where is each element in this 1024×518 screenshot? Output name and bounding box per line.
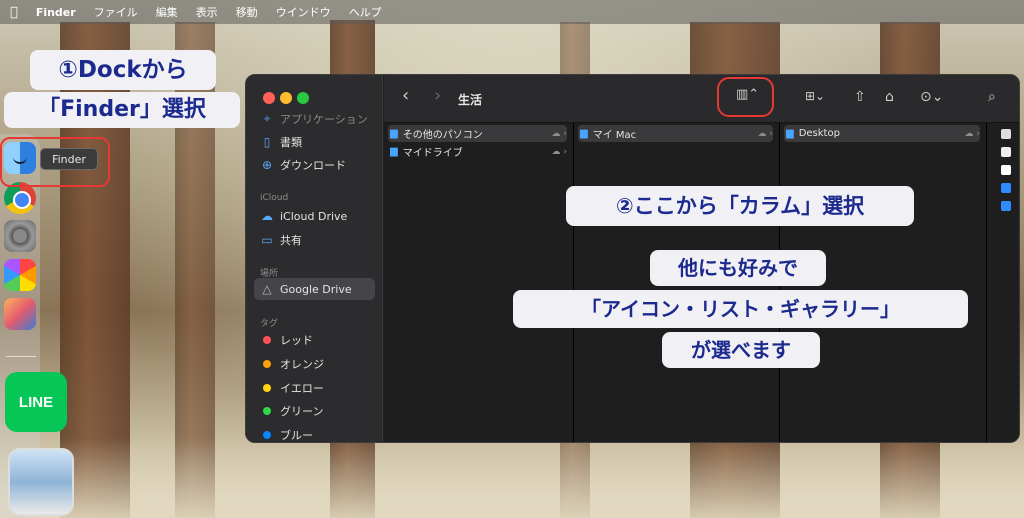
- sidebar-tag-blue[interactable]: ブルー: [260, 425, 313, 442]
- list-item-label: Desktop: [798, 128, 840, 139]
- sidebar-item-icloud-drive[interactable]: ☁ iCloud Drive: [260, 206, 347, 226]
- cloud-icon: ☁: [261, 209, 273, 223]
- document-icon[interactable]: [1001, 165, 1011, 175]
- applications-icon: ✦: [261, 112, 273, 126]
- annotation-step2-line4: が選べます: [662, 332, 820, 368]
- annotation-step1-line1: ①Dockから: [30, 50, 216, 90]
- tag-dot-yellow: [263, 384, 271, 392]
- dock-divider: [6, 356, 36, 357]
- menu-go[interactable]: 移動: [236, 4, 258, 20]
- search-icon[interactable]: ⌕: [988, 89, 996, 105]
- menu-window[interactable]: ウインドウ: [276, 4, 331, 20]
- folder-icon[interactable]: [1001, 183, 1011, 193]
- sidebar-item-label: オレンジ: [280, 358, 324, 371]
- sidebar-item-shared[interactable]: ▭ 共有: [260, 230, 302, 250]
- annotation-step2-line1: ②ここから「カラム」選択: [566, 186, 914, 226]
- folder-icon: ▆: [390, 128, 398, 139]
- sidebar-tag-orange[interactable]: オレンジ: [260, 354, 324, 374]
- menu-edit[interactable]: 編集: [156, 4, 178, 20]
- browser-column-1: ▆ その他のパソコン ☁ › ▆ マイドライブ ☁ ›: [384, 123, 574, 442]
- system-settings-icon[interactable]: [4, 220, 36, 252]
- sidebar-header-icloud: iCloud: [260, 193, 289, 203]
- cloud-download-icon[interactable]: ☁ ›: [758, 129, 773, 139]
- browser-column-4: [987, 123, 1019, 442]
- forward-chevron-icon[interactable]: ›: [434, 85, 441, 106]
- close-window-button[interactable]: [263, 92, 275, 104]
- cloud-download-icon[interactable]: ☁ ›: [552, 129, 567, 139]
- sidebar-item-downloads[interactable]: ⊕ ダウンロード: [260, 155, 346, 175]
- folder-icon: ▆: [390, 146, 398, 157]
- list-item[interactable]: ▆ マイドライブ ☁ ›: [388, 143, 567, 160]
- finder-toolbar: ‹ › 生活 ▥⌃ ⊞⌄ ⇧ ⌂ ⊙⌄ ⌕: [384, 75, 1019, 123]
- menu-bar:  Finder ファイル 編集 表示 移動 ウインドウ ヘルプ: [0, 0, 1024, 24]
- list-item-label: マイドライブ: [402, 148, 463, 159]
- window-title: 生活: [458, 93, 483, 107]
- apple-menu-icon[interactable]: : [10, 5, 18, 20]
- sidebar-tag-yellow[interactable]: イエロー: [260, 378, 324, 398]
- document-icon[interactable]: [1001, 147, 1011, 157]
- sidebar-item-label: アプリケーション: [280, 113, 368, 126]
- tag-dot-orange: [263, 360, 271, 368]
- document-icon: ▯: [263, 135, 271, 149]
- tag-icon[interactable]: ⌂: [885, 89, 894, 105]
- sidebar-item-label: グリーン: [280, 405, 324, 418]
- document-icon[interactable]: [1001, 129, 1011, 139]
- share-icon[interactable]: ⇧: [854, 89, 866, 105]
- folder-icon[interactable]: [1001, 201, 1011, 211]
- sidebar-item-label: 共有: [280, 234, 302, 247]
- line-icon-label: LINE: [18, 393, 54, 411]
- sidebar-item-documents[interactable]: ▯ 書類: [260, 132, 302, 152]
- highlight-ring-dock: [0, 137, 110, 187]
- zoom-window-button[interactable]: [297, 92, 309, 104]
- line-icon[interactable]: LINE: [5, 372, 67, 432]
- folder-icon: ▆: [786, 128, 794, 139]
- sidebar-tag-green[interactable]: グリーン: [260, 401, 323, 421]
- shared-folder-icon: ▭: [261, 233, 273, 247]
- drive-icon: △: [262, 282, 272, 296]
- sidebar-item-label: Google Drive: [280, 282, 352, 296]
- background-ground: [0, 438, 1024, 518]
- sidebar-item-google-drive[interactable]: △ Google Drive: [254, 278, 375, 300]
- menu-app-name[interactable]: Finder: [36, 6, 76, 19]
- highlight-ring-view-button: [717, 77, 774, 117]
- list-item[interactable]: ▆ その他のパソコン ☁ ›: [388, 125, 567, 142]
- back-chevron-icon[interactable]: ‹: [402, 85, 409, 106]
- finder-window: ✦ アプリケーション ▯ 書類 ⊕ ダウンロード iCloud ☁ iCloud…: [245, 74, 1020, 443]
- sidebar-item-label: iCloud Drive: [280, 209, 348, 223]
- cloud-download-icon[interactable]: ☁ ›: [965, 129, 980, 139]
- menu-view[interactable]: 表示: [196, 4, 218, 20]
- iphone-mirroring-icon[interactable]: [4, 298, 36, 330]
- more-actions-icon[interactable]: ⊙⌄: [920, 89, 943, 105]
- list-item-label: その他のパソコン: [402, 130, 483, 141]
- list-item-label: マイ Mac: [592, 130, 637, 141]
- tag-dot-green: [263, 407, 271, 415]
- sidebar-item-label: ダウンロード: [280, 159, 346, 172]
- list-item[interactable]: ▆ Desktop ☁ ›: [784, 125, 980, 142]
- photos-icon[interactable]: [4, 259, 36, 291]
- menu-file[interactable]: ファイル: [94, 4, 138, 20]
- sidebar-header-tags: タグ: [260, 319, 279, 329]
- menu-help[interactable]: ヘルプ: [349, 4, 382, 20]
- annotation-step2-line3: 「アイコン・リスト・ギャラリー」: [513, 290, 968, 328]
- minimize-window-button[interactable]: [280, 92, 292, 104]
- sidebar-item-label: レッド: [280, 334, 313, 347]
- sidebar-item-label: 書類: [280, 136, 302, 149]
- sidebar-tag-red[interactable]: レッド: [260, 330, 313, 350]
- preview-icon[interactable]: [8, 448, 74, 516]
- sidebar-item-label: ブルー: [280, 429, 313, 442]
- folder-icon: ▆: [580, 128, 588, 139]
- finder-sidebar: ✦ アプリケーション ▯ 書類 ⊕ ダウンロード iCloud ☁ iCloud…: [246, 75, 383, 442]
- download-icon: ⊕: [261, 158, 273, 172]
- tag-dot-red: [263, 336, 271, 344]
- group-icon[interactable]: ⊞⌄: [805, 89, 825, 103]
- sidebar-item-label: イエロー: [280, 382, 324, 395]
- tag-dot-blue: [263, 431, 271, 439]
- annotation-step1-line2: 「Finder」選択: [4, 92, 240, 128]
- cloud-download-icon[interactable]: ☁ ›: [552, 147, 567, 157]
- list-item[interactable]: ▆ マイ Mac ☁ ›: [578, 125, 773, 142]
- sidebar-item-applications[interactable]: ✦ アプリケーション: [260, 109, 368, 129]
- annotation-step2-line2: 他にも好みで: [650, 250, 826, 286]
